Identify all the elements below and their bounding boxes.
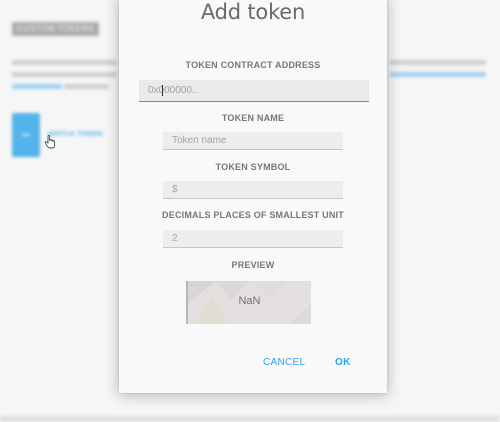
decimals-label: DECIMALS PLACES OF SMALLEST UNIT [162, 210, 344, 220]
cancel-button[interactable]: CANCEL [263, 357, 305, 368]
token-name-input[interactable] [163, 132, 343, 150]
ok-button[interactable]: OK [335, 357, 351, 368]
contract-address-label: TOKEN CONTRACT ADDRESS [185, 60, 321, 70]
add-token-dialog: Add token TOKEN CONTRACT ADDRESS TOKEN N… [119, 0, 387, 393]
token-preview: NaN [186, 281, 311, 324]
token-name-label: TOKEN NAME [221, 113, 285, 123]
text-caret [162, 85, 163, 96]
token-symbol-label: TOKEN SYMBOL [215, 162, 291, 172]
dialog-title: Add token [200, 0, 306, 24]
preview-label: PREVIEW [231, 260, 275, 270]
decimals-input[interactable] [163, 230, 343, 248]
token-symbol-input[interactable] [163, 181, 343, 199]
contract-address-input[interactable] [139, 80, 369, 102]
preview-value: NaN [238, 295, 261, 307]
